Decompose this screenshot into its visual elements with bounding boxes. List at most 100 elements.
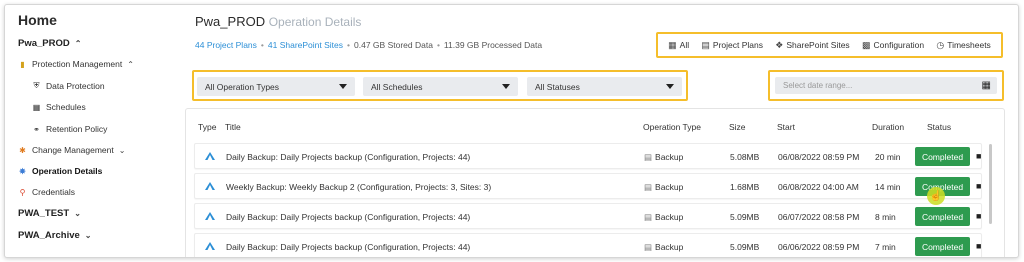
separator: • — [347, 40, 351, 50]
delete-icon[interactable]: ■ — [976, 211, 981, 221]
delete-icon[interactable]: ■ — [976, 151, 981, 161]
operation-types-select[interactable]: All Operation Types — [197, 77, 355, 96]
schedules-select[interactable]: All Schedules — [363, 77, 518, 96]
row-duration: 20 min — [875, 152, 901, 162]
project-backup-icon — [205, 242, 215, 250]
stored-data-stat: 0.47 GB Stored Data — [354, 40, 433, 50]
sidebar-item-pwa-test[interactable]: PWA_TEST ⌄ — [18, 208, 81, 219]
separator: • — [260, 40, 264, 50]
tab-label: All — [679, 40, 690, 50]
column-header-operation-type[interactable]: Operation Type — [643, 122, 701, 132]
sidebar-item-label: PWA_TEST — [18, 208, 70, 219]
column-header-start[interactable]: Start — [777, 122, 795, 132]
calendar-icon[interactable]: ▦ — [982, 80, 991, 91]
row-title: Weekly Backup: Weekly Backup 2 (Configur… — [226, 182, 492, 192]
row-duration: 7 min — [875, 242, 896, 252]
tab-configuration[interactable]: ▩ Configuration — [862, 40, 924, 51]
sharepoint-sites-link[interactable]: 41 SharePoint Sites — [268, 40, 343, 50]
delete-icon[interactable]: ■ — [976, 181, 981, 191]
operation-type-label: Backup — [655, 242, 684, 252]
backup-icon: ▤ — [644, 152, 653, 162]
select-value: All Statuses — [535, 81, 580, 92]
tab-project-plans[interactable]: ▤ Project Plans — [701, 40, 763, 51]
tab-label: Timesheets — [947, 40, 991, 50]
sidebar-item-label: PWA_Archive — [18, 230, 80, 241]
sidebar-item-protection-management[interactable]: ▮ Protection Management ⌃ — [18, 59, 134, 69]
date-range-box: Select date range... ▦ — [768, 70, 1004, 101]
column-header-type[interactable]: Type — [198, 122, 216, 132]
grid-icon: ▦ — [668, 39, 677, 50]
filters-bar: All Operation Types All Schedules All St… — [192, 70, 688, 101]
backup-icon: ▤ — [644, 212, 653, 222]
table-row[interactable]: Weekly Backup: Weekly Backup 2 (Configur… — [194, 173, 982, 199]
row-start: 06/06/2022 08:59 PM — [778, 242, 860, 252]
timesheets-icon: ◷ — [936, 39, 945, 50]
project-plans-link[interactable]: 44 Project Plans — [195, 40, 257, 50]
date-range-input[interactable]: Select date range... ▦ — [775, 77, 997, 94]
sidebar-item-label: Data Protection — [46, 81, 105, 91]
sidebar-item-credentials[interactable]: ⚲ Credentials — [18, 187, 75, 197]
sidebar-item-pwa-prod[interactable]: Pwa_PROD ⌃ — [18, 38, 81, 49]
status-badge[interactable]: Completed — [915, 207, 970, 226]
table-row[interactable]: Daily Backup: Daily Projects backup (Con… — [194, 203, 982, 229]
sidebar-item-label: Change Management — [32, 145, 114, 155]
sharepoint-icon: ❖ — [775, 39, 784, 50]
stats-bar: 44 Project Plans • 41 SharePoint Sites •… — [195, 40, 542, 50]
sidebar-item-retention-policy[interactable]: ⚭ Retention Policy — [32, 124, 107, 134]
status-badge[interactable]: Completed — [915, 237, 970, 256]
date-range-placeholder: Select date range... — [783, 81, 853, 90]
processed-data-stat: 11.39 GB Processed Data — [443, 40, 543, 50]
project-backup-icon — [205, 182, 215, 190]
row-operation-type: ▤ Backup — [644, 182, 683, 193]
tab-sharepoint-sites[interactable]: ❖ SharePoint Sites — [775, 40, 849, 51]
key-icon: ⚲ — [19, 187, 26, 197]
column-header-title[interactable]: Title — [225, 122, 241, 132]
row-duration: 8 min — [875, 212, 896, 222]
table-row[interactable]: Daily Backup: Daily Projects backup (Con… — [194, 143, 982, 169]
table-scrollbar[interactable] — [989, 144, 992, 224]
sidebar: Home Pwa_PROD ⌃ ▮ Protection Management … — [5, 5, 175, 257]
column-header-size[interactable]: Size — [729, 122, 746, 132]
tab-all[interactable]: ▦ All — [668, 40, 689, 51]
sidebar-item-label: Operation Details — [32, 166, 103, 176]
tab-label: Project Plans — [712, 40, 763, 50]
project-backup-icon — [205, 212, 215, 220]
backup-icon: ▤ — [644, 242, 653, 252]
column-header-duration[interactable]: Duration — [872, 122, 904, 132]
pointer-cursor-icon: ☝ — [927, 187, 945, 205]
row-title: Daily Backup: Daily Projects backup (Con… — [226, 242, 471, 252]
operations-table: Type Title Operation Type Size Start Dur… — [185, 108, 1005, 257]
caret-down-icon — [339, 84, 347, 89]
sidebar-item-schedules[interactable]: ▦ Schedules — [32, 102, 86, 112]
chevron-down-icon: ⌄ — [118, 145, 126, 155]
sidebar-home-title[interactable]: Home — [18, 12, 57, 28]
page-title-main: Pwa_PROD — [195, 14, 266, 29]
tab-timesheets[interactable]: ◷ Timesheets — [936, 40, 990, 51]
delete-icon[interactable]: ■ — [976, 241, 981, 251]
page-title-subtitle: Operation Details — [268, 15, 362, 29]
backup-icon: ▤ — [644, 182, 653, 192]
statuses-select[interactable]: All Statuses — [527, 77, 682, 96]
sidebar-item-label: Credentials — [32, 187, 75, 197]
sidebar-item-change-management[interactable]: ✱ Change Management ⌄ — [18, 145, 125, 155]
operation-type-label: Backup — [655, 212, 684, 222]
chevron-up-icon: ⌃ — [74, 39, 82, 48]
status-badge[interactable]: Completed — [915, 147, 970, 166]
row-operation-type: ▤ Backup — [644, 212, 683, 223]
table-row[interactable]: Daily Backup: Daily Projects backup (Con… — [194, 233, 982, 257]
shield-icon: ⛨ — [33, 81, 40, 90]
project-backup-icon — [205, 152, 215, 160]
sidebar-item-data-protection[interactable]: ⛨ Data Protection — [32, 81, 105, 91]
column-header-status[interactable]: Status — [927, 122, 951, 132]
chart-icon: ▮ — [20, 59, 25, 69]
retention-icon: ⚭ — [33, 124, 40, 134]
sidebar-item-label: Pwa_PROD — [18, 38, 70, 49]
sidebar-item-pwa-archive[interactable]: PWA_Archive ⌄ — [18, 230, 91, 241]
row-size: 5.08MB — [730, 152, 760, 162]
sidebar-item-operation-details[interactable]: ✵ Operation Details — [18, 166, 102, 176]
row-size: 1.68MB — [730, 182, 760, 192]
chevron-down-icon: ⌄ — [74, 209, 81, 218]
operation-type-label: Backup — [655, 152, 684, 162]
row-title: Daily Backup: Daily Projects backup (Con… — [226, 212, 471, 222]
row-operation-type: ▤ Backup — [644, 152, 683, 163]
